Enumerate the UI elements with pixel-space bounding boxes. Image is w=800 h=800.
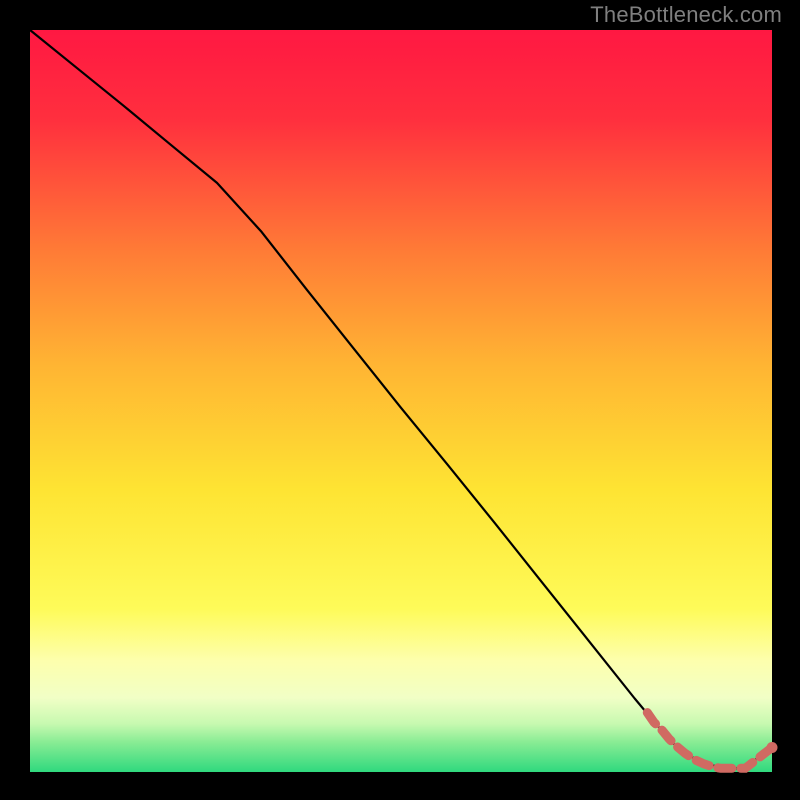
chart-frame: { "watermark": "TheBottleneck.com", "cha… xyxy=(0,0,800,800)
watermark-text: TheBottleneck.com xyxy=(590,2,782,28)
chart-svg xyxy=(0,0,800,800)
marker-end-dot xyxy=(767,742,778,753)
plot-background xyxy=(30,30,772,772)
